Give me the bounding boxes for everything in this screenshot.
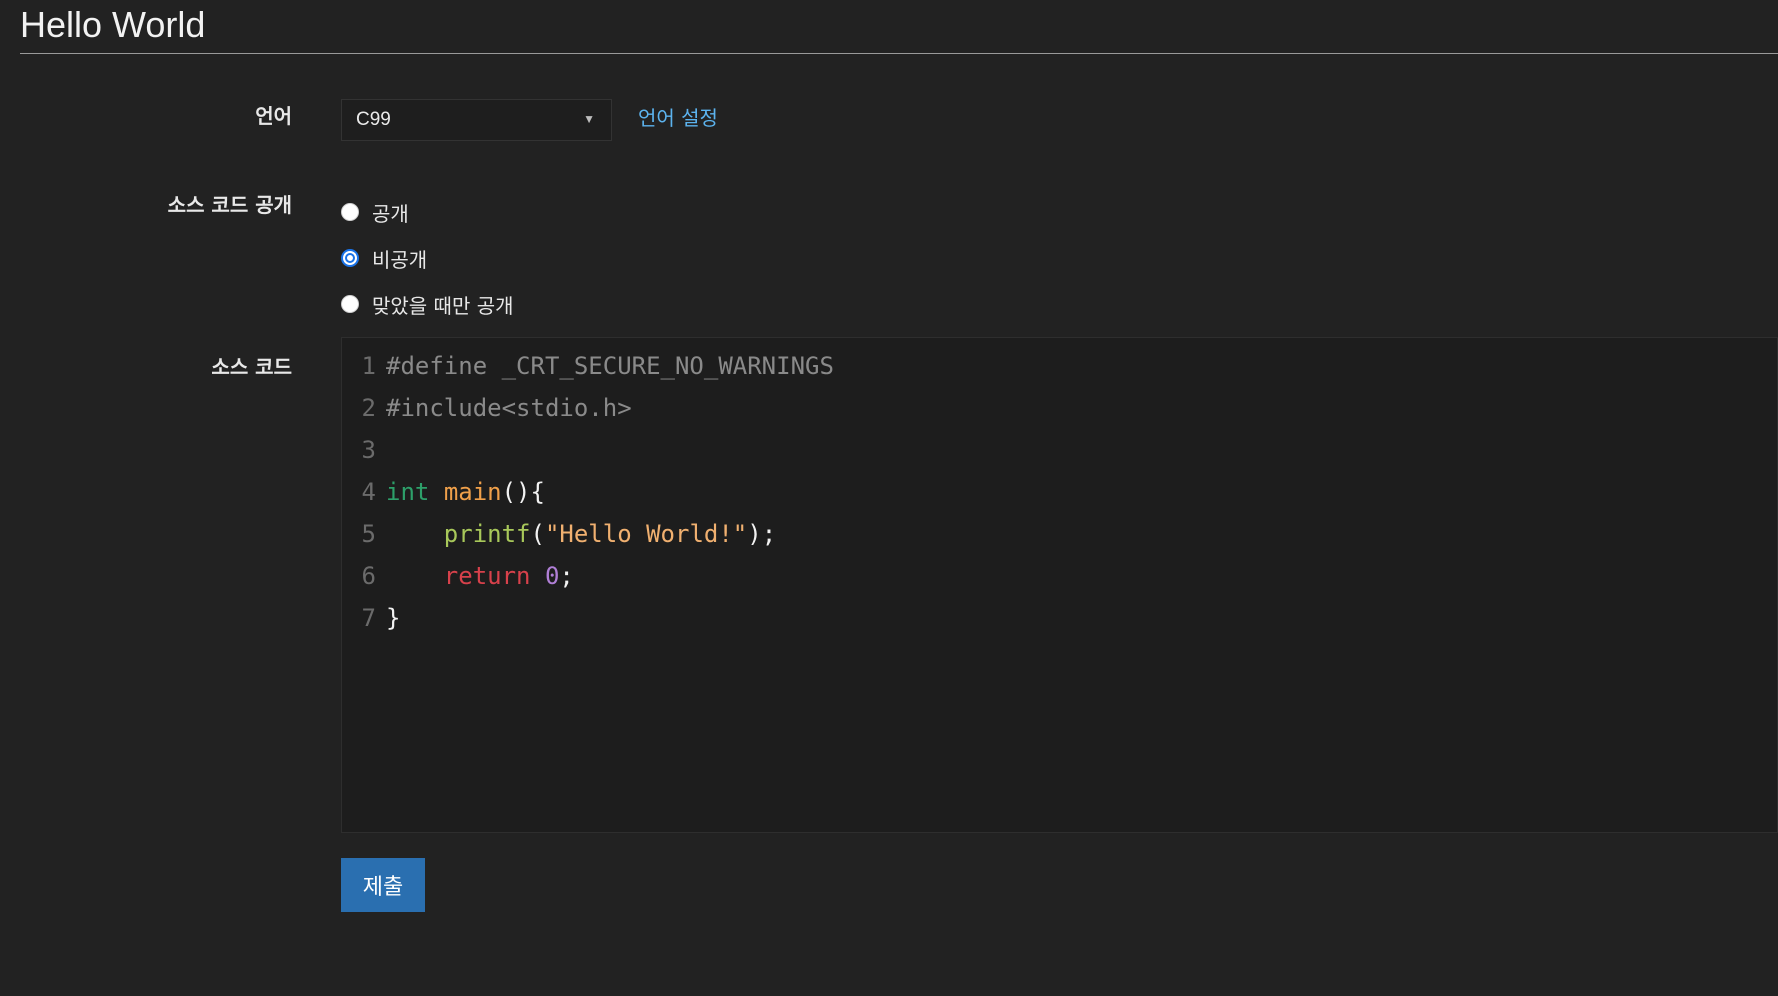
code-token-call: printf [443, 520, 531, 548]
code-token-indent [386, 520, 444, 548]
code-line: 7 } [342, 597, 401, 639]
code-line: 5 printf("Hello World!"); [342, 513, 777, 555]
radio-button[interactable] [341, 295, 359, 313]
language-select-value: C99 [356, 109, 391, 130]
code-token-punctuation: ( [530, 520, 545, 548]
line-number: 2 [361, 394, 376, 422]
submit-button[interactable]: 제출 [341, 858, 425, 912]
code-line: 6 return 0; [342, 555, 574, 597]
code-token-punctuation: ; [559, 562, 574, 590]
code-line: 3 [342, 429, 386, 471]
radio-button-checked[interactable] [341, 249, 359, 267]
code-token-punctuation: (){ [501, 478, 545, 506]
code-line: 4 int main(){ [342, 471, 545, 513]
language-settings-link[interactable]: 언어 설정 [638, 102, 718, 131]
code-token-number: 0 [544, 562, 560, 590]
line-number: 6 [361, 562, 376, 590]
radio-label: 비공개 [372, 247, 428, 272]
source-code-label: 소스 코드 [211, 355, 292, 379]
code-token-function: main [443, 478, 502, 506]
code-token-keyword: return [443, 562, 531, 590]
visibility-option-private[interactable]: 비공개 [341, 235, 514, 281]
title-divider [20, 53, 1778, 54]
code-line: 1 #define _CRT_SECURE_NO_WARNINGS [342, 345, 834, 387]
code-text: #include<stdio.h> [386, 394, 632, 422]
radio-label: 맞았을 때만 공개 [372, 293, 514, 318]
line-number: 5 [361, 520, 376, 548]
submit-page: Hello World 언어 C99 ▼ 언어 설정 소스 코드 공개 공개 비… [0, 0, 1778, 996]
code-editor[interactable]: 1 #define _CRT_SECURE_NO_WARNINGS 2 #inc… [341, 337, 1778, 833]
visibility-option-accepted-only[interactable]: 맞았을 때만 공개 [341, 281, 514, 327]
radio-label: 공개 [372, 201, 409, 226]
visibility-option-public[interactable]: 공개 [341, 189, 514, 235]
page-title: Hello World [20, 4, 206, 45]
code-text: #define _CRT_SECURE_NO_WARNINGS [386, 352, 834, 380]
radio-button[interactable] [341, 203, 359, 221]
language-select[interactable]: C99 ▼ [341, 99, 612, 141]
code-token-string: "Hello World!" [544, 520, 748, 548]
caret-down-icon: ▼ [583, 112, 595, 126]
visibility-radio-group: 공개 비공개 맞았을 때만 공개 [341, 189, 514, 327]
code-line: 2 #include<stdio.h> [342, 387, 632, 429]
line-number: 1 [361, 352, 376, 380]
code-token-type: int [386, 478, 430, 506]
line-number: 7 [361, 604, 376, 632]
code-token-indent [386, 562, 444, 590]
visibility-label: 소스 코드 공개 [167, 193, 292, 217]
code-token-punctuation: ); [747, 520, 777, 548]
code-text: } [386, 604, 401, 632]
line-number: 3 [361, 436, 376, 464]
line-number: 4 [361, 478, 376, 506]
language-label: 언어 [255, 104, 292, 128]
